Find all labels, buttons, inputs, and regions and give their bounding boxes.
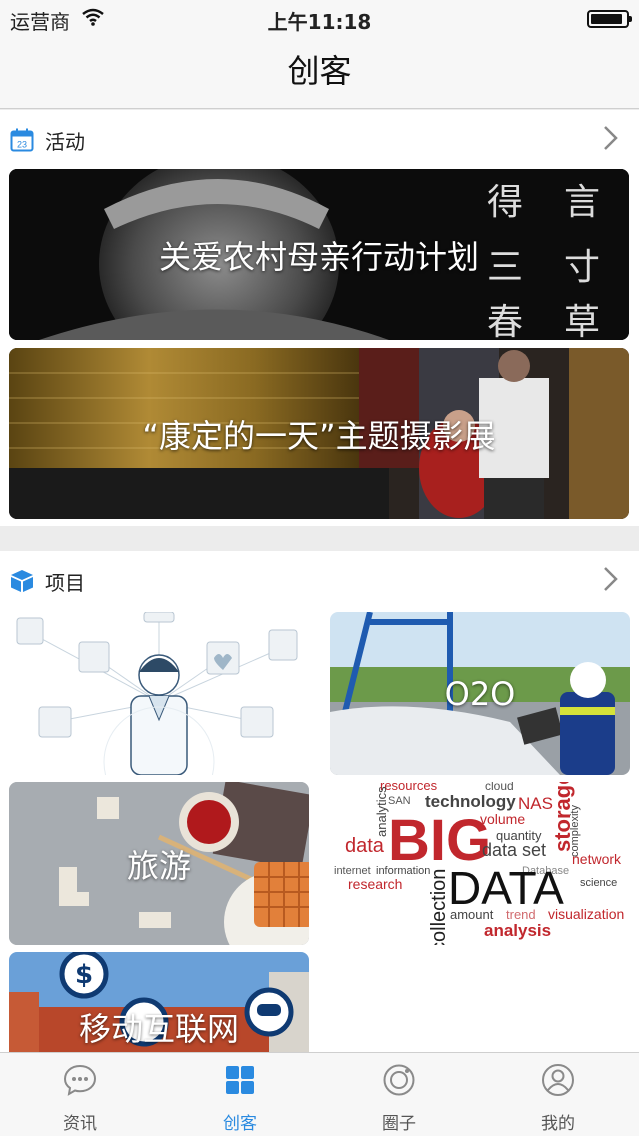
circle-icon — [383, 1064, 415, 1096]
calendar-day: 23 — [17, 140, 27, 150]
project-tile-mobile-internet[interactable]: $ 移动互联网 — [9, 952, 309, 1052]
grid-icon — [226, 1066, 254, 1094]
box-icon — [11, 570, 33, 592]
battery-icon — [587, 10, 632, 28]
tab-bar: 资讯 创客 圈子 我的 — [0, 1052, 639, 1136]
chevron-right-icon[interactable] — [601, 124, 621, 152]
chat-bubble-icon — [63, 1064, 97, 1096]
calendar-icon: 23 — [10, 128, 34, 152]
project-tile-o2o[interactable]: O2O — [330, 612, 630, 775]
tile-title — [9, 612, 309, 775]
navigation-bar: 创客 — [0, 36, 639, 109]
tab-maker[interactable]: 创客 — [160, 1053, 320, 1136]
tab-label: 圈子 — [382, 1114, 416, 1134]
tab-label: 资讯 — [63, 1114, 97, 1134]
project-tile-medical[interactable] — [9, 612, 309, 775]
projects-title: 项目 — [45, 571, 85, 595]
project-tile-travel[interactable]: 旅游 — [9, 782, 309, 945]
tile-title: O2O — [444, 674, 516, 713]
tab-me[interactable]: 我的 — [478, 1053, 638, 1136]
banner-title: 关爱农村母亲行动计划 — [158, 237, 479, 276]
activities-header[interactable]: 23 活动 — [0, 110, 639, 170]
activity-banner-rural-mothers[interactable]: 得 三 春 言 寸 草 关爱农村母亲行动计划 — [9, 169, 629, 340]
status-bar: 运营商 上午11:18 — [0, 0, 639, 36]
user-icon — [542, 1064, 574, 1096]
activities-title: 活动 — [45, 130, 85, 154]
tile-title: 旅游 — [126, 846, 191, 885]
tab-label: 我的 — [541, 1114, 575, 1134]
clock: 上午11:18 — [267, 10, 372, 34]
tab-news[interactable]: 资讯 — [0, 1053, 160, 1136]
battery-level — [591, 14, 622, 24]
projects-section: 项目 O2O 旅游 resources cloud technology NAS… — [0, 551, 639, 1052]
projects-header[interactable]: 项目 — [0, 551, 639, 611]
chevron-right-icon[interactable] — [601, 565, 621, 593]
tile-title — [330, 782, 630, 945]
tab-label: 创客 — [223, 1114, 257, 1134]
tab-circle[interactable]: 圈子 — [319, 1053, 479, 1136]
tile-title: 移动互联网 — [78, 1010, 239, 1048]
activities-section: 23 活动 得 三 春 言 寸 草 关爱农村母亲行动计划 “康定的一天”主题摄影… — [0, 110, 639, 526]
project-tile-bigdata[interactable]: resources cloud technology NAS SAN volum… — [330, 782, 630, 945]
page-title: 创客 — [287, 52, 352, 90]
activity-banner-kangding-photo[interactable]: “康定的一天”主题摄影展 — [9, 348, 629, 519]
svg-text:$: $ — [75, 960, 93, 990]
banner-title: “康定的一天”主题摄影展 — [142, 416, 496, 455]
